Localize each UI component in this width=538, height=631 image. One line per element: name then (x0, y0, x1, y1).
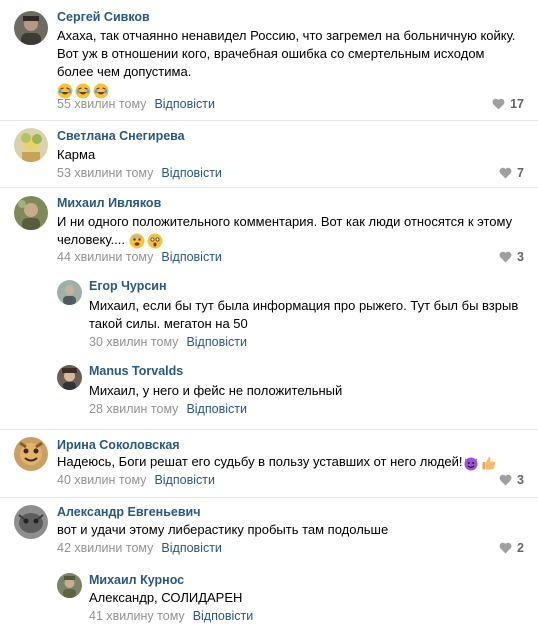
heart-icon (499, 542, 512, 554)
reply-item: Егор Чурсин Михаил, если бы тут была инф… (0, 278, 538, 358)
comment-text: Михаил, у него и фейс не положительный (89, 383, 343, 398)
comment-time[interactable]: 41 хвилину тому (89, 609, 185, 623)
emoji-row (129, 233, 163, 249)
comment-text: Ахаха, так отчаянно ненавидел Россию, чт… (57, 27, 522, 99)
avatar[interactable] (14, 437, 48, 471)
heart-icon (499, 474, 512, 486)
avatar[interactable] (57, 280, 82, 305)
reply-link[interactable]: Відповісти (161, 166, 222, 180)
like-button[interactable]: 3 (499, 473, 524, 487)
like-count: 3 (517, 473, 524, 487)
avatar[interactable] (14, 505, 48, 539)
comment-time[interactable]: 53 хвилини тому (57, 166, 153, 180)
reply-link[interactable]: Відповісти (154, 473, 215, 487)
reply-link[interactable]: Відповісти (186, 402, 247, 416)
comment-meta: 44 хвилини тому Відповісти (57, 250, 222, 264)
comment-item: Михаил Ивляков И ни одного положительног… (0, 188, 538, 430)
like-button[interactable]: 7 (499, 166, 524, 180)
comment-time[interactable]: 42 хвилини тому (57, 541, 153, 555)
heart-icon (499, 251, 512, 263)
heart-icon (499, 167, 512, 179)
avatar[interactable] (14, 196, 48, 230)
comment-author[interactable]: Михаил Ивляков (57, 196, 161, 210)
like-count: 2 (517, 541, 524, 555)
comment-text: вот и удачи этому либерастику пробыть та… (57, 522, 389, 537)
comment-meta: 53 хвилини тому Відповісти (57, 166, 222, 180)
smiling-imp-emoji (463, 455, 479, 471)
comment-text-content: И ни одного положительного комментария. … (57, 214, 513, 247)
comment-author[interactable]: Александр Евгеньевич (57, 505, 201, 519)
comment-time[interactable]: 44 хвилини тому (57, 250, 153, 264)
fearful-emoji (129, 233, 145, 249)
comment-text: Михаил, если бы тут была информация про … (89, 298, 519, 331)
comment-meta: 28 хвилин тому Відповісти (89, 402, 247, 416)
comment-time[interactable]: 40 хвилин тому (57, 473, 146, 487)
comment-text: Надеюсь, Боги решат его судьбу в пользу … (57, 453, 527, 471)
comment-text: Александр, СОЛИДАРЕН (89, 590, 243, 605)
comment-time[interactable]: 28 хвилин тому (89, 402, 178, 416)
comment-meta: 41 хвилину тому Відповісти (89, 609, 253, 623)
astonished-emoji (147, 233, 163, 249)
avatar[interactable] (14, 128, 48, 162)
comment-text-content: Ахаха, так отчаянно ненавидел Россию, чт… (57, 28, 516, 79)
comment-author[interactable]: Ирина Соколовская (57, 438, 180, 452)
comment-item: Ирина Соколовская Надеюсь, Боги решат ег… (0, 430, 538, 498)
comment-author[interactable]: Manus Torvalds (89, 364, 183, 378)
comments-feed: Сергей Сивков Ахаха, так отчаянно ненави… (0, 0, 538, 631)
like-count: 7 (517, 166, 524, 180)
comment-text-content: Надеюсь, Боги решат его судьбу в пользу … (57, 454, 463, 469)
thumbs-up-emoji (481, 455, 497, 471)
comment-text: И ни одного положительного комментария. … (57, 213, 522, 249)
comment-meta: 40 хвилин тому Відповісти (57, 473, 215, 487)
comment-author[interactable]: Егор Чурсин (89, 279, 167, 293)
comment-meta: 42 хвилини тому Відповісти (57, 541, 222, 555)
reply-link[interactable]: Відповісти (193, 609, 254, 623)
reply-link[interactable]: Відповісти (154, 97, 215, 111)
comment-text: Карма (57, 147, 96, 162)
like-count: 3 (517, 250, 524, 264)
comment-time[interactable]: 30 хвилин тому (89, 335, 178, 349)
heart-icon (492, 98, 505, 110)
avatar[interactable] (57, 365, 82, 390)
reply-item: Manus Torvalds Михаил, у него и фейс не … (0, 363, 538, 423)
reply-link[interactable]: Відповісти (161, 250, 222, 264)
comment-time[interactable]: 55 хвилин тому (57, 97, 146, 111)
comment-author[interactable]: Сергей Сивков (57, 10, 150, 24)
emoji-row (463, 455, 497, 471)
avatar[interactable] (57, 573, 82, 598)
like-button[interactable]: 3 (499, 250, 524, 264)
comment-meta: 55 хвилин тому Відповісти (57, 97, 215, 111)
comment-item: Александр Евгеньевич вот и удачи этому л… (0, 498, 538, 631)
comment-author[interactable]: Михаил Курнос (89, 573, 184, 587)
like-button[interactable]: 17 (492, 97, 524, 111)
reply-item: Михаил Курнос Александр, СОЛИДАРЕН 41 хв… (0, 570, 538, 631)
reply-link[interactable]: Відповісти (186, 335, 247, 349)
comment-item: Сергей Сивков Ахаха, так отчаянно ненави… (0, 0, 538, 121)
like-count: 17 (510, 97, 524, 111)
reply-link[interactable]: Відповісти (161, 541, 222, 555)
comment-item: Светлана Снегирева Карма 53 хвилини тому… (0, 121, 538, 188)
comment-author[interactable]: Светлана Снегирева (57, 129, 185, 143)
like-button[interactable]: 2 (499, 541, 524, 555)
comment-meta: 30 хвилин тому Відповісти (89, 335, 247, 349)
avatar[interactable] (14, 11, 48, 45)
